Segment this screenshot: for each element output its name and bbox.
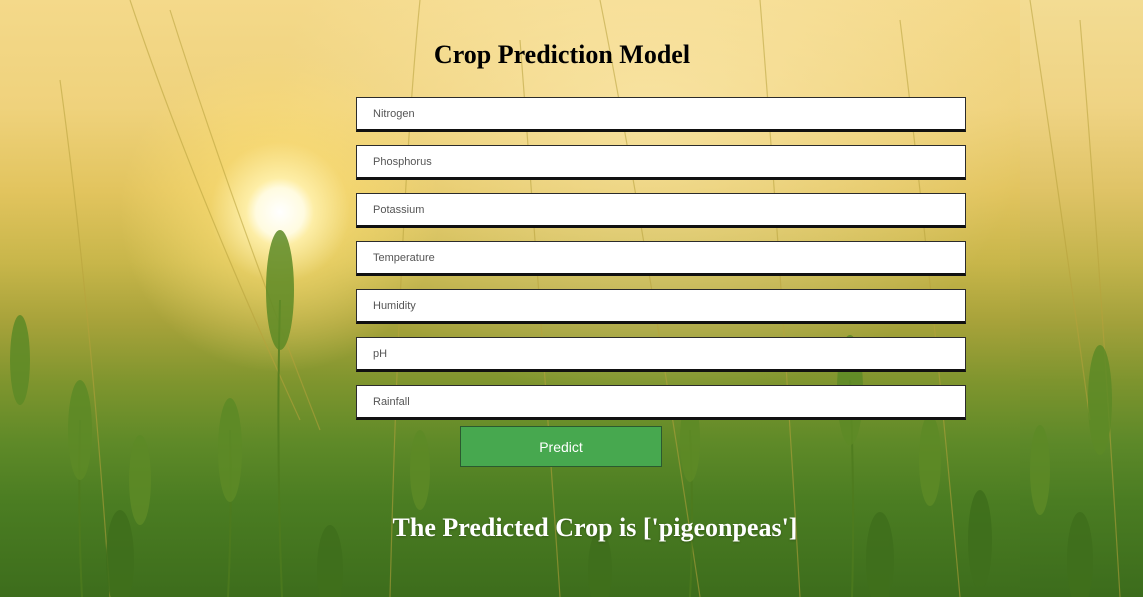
ph-input[interactable] (356, 337, 966, 372)
phosphorus-input[interactable] (356, 145, 966, 180)
rainfall-input[interactable] (356, 385, 966, 420)
humidity-input[interactable] (356, 289, 966, 324)
potassium-input[interactable] (356, 193, 966, 228)
page-title: Crop Prediction Model (433, 40, 691, 69)
background-image-repeat (1020, 0, 1143, 597)
nitrogen-input[interactable] (356, 97, 966, 132)
crop-prediction-form (356, 97, 966, 433)
prediction-result: The Predicted Crop is ['pigeonpeas'] (392, 513, 798, 542)
wheat-field-graphic-repeat (1029, 0, 1121, 597)
predict-button[interactable]: Predict (460, 426, 662, 467)
temperature-input[interactable] (356, 241, 966, 276)
